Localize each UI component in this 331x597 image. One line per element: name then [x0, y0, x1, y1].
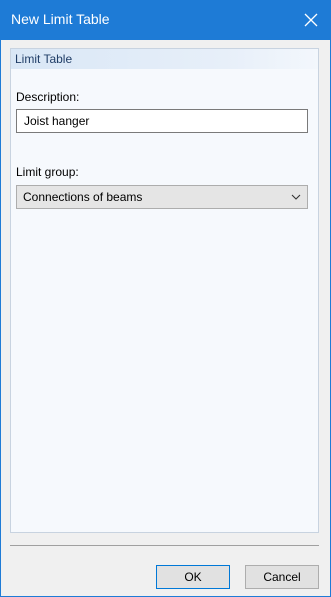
close-icon: [304, 13, 318, 27]
button-separator: [10, 545, 319, 546]
group-header: Limit Table: [11, 49, 318, 69]
limit-group-label: Limit group:: [16, 165, 79, 179]
description-value: Joist hanger: [24, 114, 90, 128]
title-bar[interactable]: New Limit Table: [0, 0, 331, 40]
cancel-button[interactable]: Cancel: [245, 565, 319, 589]
close-button[interactable]: [291, 0, 331, 40]
chevron-down-icon: [291, 194, 301, 200]
dialog-body: Limit Table Description: Joist hanger Li…: [1, 40, 330, 596]
ok-button[interactable]: OK: [156, 565, 230, 589]
group-header-label: Limit Table: [15, 52, 73, 66]
description-field[interactable]: Joist hanger: [16, 109, 308, 133]
limit-table-group: Limit Table Description: Joist hanger Li…: [10, 48, 319, 533]
dialog-window: New Limit Table Limit Table Description:…: [0, 0, 331, 597]
limit-group-selected: Connections of beams: [23, 190, 143, 204]
window-title: New Limit Table: [11, 11, 110, 27]
description-label: Description:: [16, 90, 80, 104]
limit-group-dropdown[interactable]: Connections of beams: [16, 185, 308, 209]
